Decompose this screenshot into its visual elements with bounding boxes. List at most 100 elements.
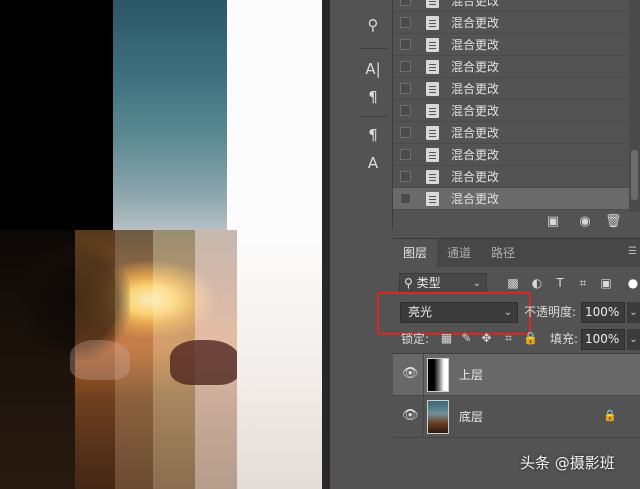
history-item[interactable]: 混合更改 [393,12,629,34]
history-snapshot-checkbox[interactable] [400,83,411,94]
panel-tabs: 图层 通道 路径 ☰ [393,239,640,267]
history-snapshot-checkbox[interactable] [400,149,411,160]
tab-layers[interactable]: 图层 [393,239,437,267]
paragraph-icon[interactable]: ¶ [361,86,385,108]
horse-silhouette-right [170,340,240,385]
history-item-label: 混合更改 [451,16,500,30]
history-item-label: 混合更改 [451,82,500,96]
history-item[interactable]: 混合更改 [393,144,629,166]
lock-position-icon[interactable]: ✥ [479,331,494,346]
character-icon[interactable]: A| [361,58,385,80]
search-icon: ⚲ [404,276,413,290]
history-item[interactable]: 混合更改 [393,100,629,122]
bright-photo-strip [237,230,322,489]
tab-channels[interactable]: 通道 [437,239,481,267]
history-item[interactable]: 混合更改 [393,56,629,78]
blend-mode-select[interactable]: 亮光 ⌄ [377,292,531,335]
camera-icon[interactable]: ◉ [577,214,593,230]
document-canvas[interactable] [0,0,322,489]
history-state-icon [426,38,439,52]
history-snapshot-checkbox[interactable] [400,127,411,138]
history-snapshot-checkbox[interactable] [400,17,411,28]
paragraph-style-icon[interactable]: ¶ [361,124,385,146]
character-style-icon[interactable]: A [361,152,385,174]
lock-label: 锁定: [401,332,430,346]
lock-image-icon[interactable]: ✎ [459,331,474,346]
history-snapshot-checkbox[interactable] [400,193,411,204]
fill-label: 填充: [550,332,579,346]
white-strip [227,0,322,230]
layer-thumbnail [427,400,449,434]
history-state-icon [426,104,439,118]
history-item[interactable]: 混合更改 [393,122,629,144]
history-snapshot-checkbox[interactable] [400,0,411,6]
filter-toggle-icon[interactable]: ● [625,275,640,291]
lock-all-icon[interactable]: 🔒 [523,331,538,346]
history-snapshot-checkbox[interactable] [400,39,411,50]
history-toolbar: ▣ ◉ 🗑 [393,212,640,232]
history-item[interactable]: 混合更改 [393,78,629,100]
history-item[interactable]: 混合更改 [393,34,629,56]
history-item[interactable]: 混合更改 [393,0,629,12]
layer-thumbnail [427,358,449,392]
history-state-icon [426,0,439,8]
history-state-icon [426,16,439,30]
history-panel: 混合更改 混合更改 混合更改 混合更改 混合更改 混合更改 混合更改 混合更改 混合更改 混合更改… [393,0,640,232]
history-item[interactable]: 混合更改 [393,188,629,210]
history-snapshot-checkbox[interactable] [400,171,411,182]
lock-icon: 🔒 [603,409,617,422]
opacity-label: 不透明度: [524,305,577,319]
lock-transparent-icon[interactable]: ▦ [439,331,454,346]
canvas-area[interactable] [0,0,330,489]
smart-object-filter-icon[interactable]: ▣ [598,275,614,291]
history-state-icon [426,170,439,184]
image-filter-icon[interactable]: ▩ [505,275,521,291]
adjustment-filter-icon[interactable]: ◐ [529,275,545,291]
panel-menu-icon[interactable]: ☰ [628,247,638,257]
sky-strip [113,0,227,230]
history-state-icon [426,192,439,206]
history-item-label: 混合更改 [451,148,500,162]
fill-input[interactable]: 100% [581,329,625,350]
black-strip [0,0,113,230]
history-scrollbar[interactable] [629,0,640,212]
eye-icon[interactable]: 👁 [402,367,419,381]
lock-artboard-icon[interactable]: ⌗ [501,331,516,346]
fill-dropdown-arrow[interactable]: ⌄ [627,329,640,350]
history-state-icon [426,126,439,140]
tool-divider [359,116,387,117]
history-item-label: 混合更改 [451,38,500,52]
new-document-from-state-icon[interactable]: ▣ [545,214,561,230]
history-snapshot-checkbox[interactable] [400,61,411,72]
layer-name: 底层 [459,410,484,424]
layer-filter-select[interactable]: ⚲ 类型 ⌄ [399,273,487,294]
history-scrollbar-thumb[interactable] [631,150,638,200]
history-item-label: 混合更改 [451,104,500,118]
opacity-input[interactable]: 100% [581,302,625,323]
opacity-dropdown-arrow[interactable]: ⌄ [627,302,640,323]
type-filter-icon[interactable]: T [552,275,568,291]
lock-row: 锁定: ▦ ✎ ✥ ⌗ 🔒 填充: 100% ⌄ [393,327,640,351]
watermark: 头条 @摄影班 [520,454,615,472]
layer-row-lower[interactable]: 👁 底层 🔒 [393,396,640,438]
horse-silhouette-left [70,340,130,380]
layer-divider [423,396,424,438]
history-item-label: 混合更改 [451,170,500,184]
eye-icon[interactable]: 👁 [402,409,419,423]
layer-row-upper[interactable]: 👁 上层 [393,354,640,396]
history-item-label: 混合更改 [451,0,500,8]
layer-name: 上层 [459,368,484,382]
tool-divider [359,48,387,49]
history-snapshot-checkbox[interactable] [400,105,411,116]
trash-icon[interactable]: 🗑 [605,214,622,230]
history-state-icon [426,82,439,96]
tab-paths[interactable]: 路径 [481,239,525,267]
shape-filter-icon[interactable]: ⌗ [575,275,591,291]
layer-comp-icon[interactable]: ⚲ [361,14,385,36]
layer-list: 👁 上层 👁 底层 🔒 [393,353,640,443]
history-item[interactable]: 混合更改 [393,166,629,188]
chevron-down-icon: ⌄ [472,278,481,289]
history-state-icon [426,148,439,162]
filter-select-label: 类型 [416,276,441,290]
history-item-label: 混合更改 [451,126,500,140]
